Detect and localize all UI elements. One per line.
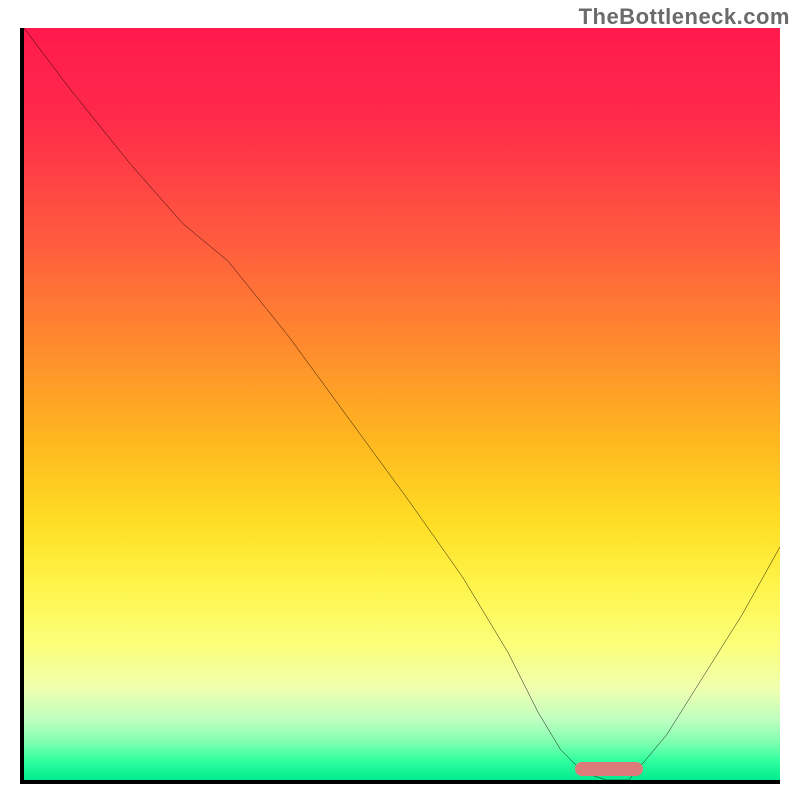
chart-frame: TheBottleneck.com <box>0 0 800 800</box>
bottleneck-curve <box>24 28 780 780</box>
x-axis <box>20 780 780 784</box>
plot-area <box>20 28 780 784</box>
optimal-range-marker <box>575 762 643 776</box>
watermark-text: TheBottleneck.com <box>579 4 790 30</box>
